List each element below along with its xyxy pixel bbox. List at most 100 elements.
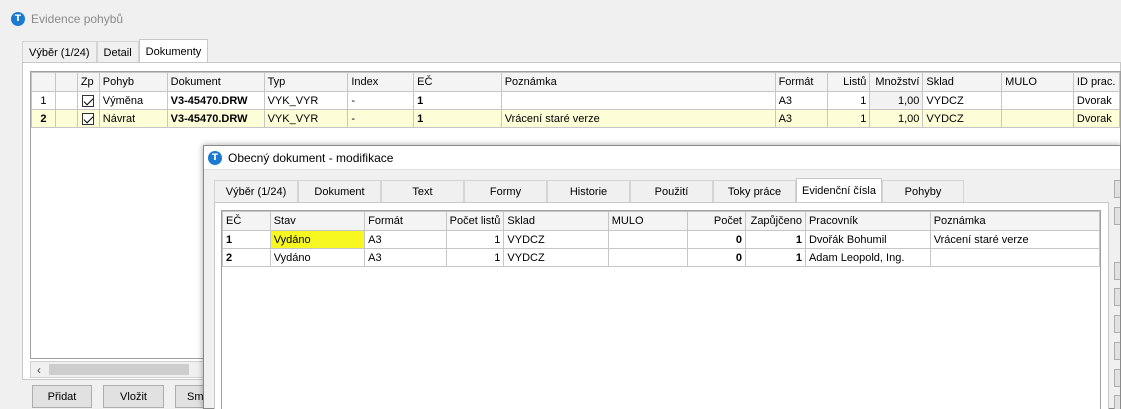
cell-dokument[interactable]: V3-45470.DRW [166,91,265,110]
cell-typ[interactable]: VYK_VYR [263,91,349,110]
cell-dokument[interactable]: V3-45470.DRW [166,109,265,128]
tab-text[interactable]: Text [381,180,464,202]
cell-listu[interactable]: 1 [827,91,871,110]
cell-sklad[interactable]: VYDCZ [503,248,609,267]
cell-mulo[interactable] [1001,109,1074,128]
side-button[interactable] [1114,180,1120,198]
tab-formy[interactable]: Formy [464,180,547,202]
horizontal-scrollbar[interactable]: ‹ [30,361,205,378]
cell-format[interactable]: A3 [364,230,447,249]
cell-sklad[interactable]: VYDCZ [922,91,1003,110]
side-button[interactable] [1114,207,1120,225]
col-header-typ[interactable]: Typ [263,72,349,92]
col-header-zp[interactable]: Zp [76,72,100,92]
side-button[interactable] [1114,369,1120,387]
col-header-poznamka[interactable]: Poznámka [500,72,776,92]
cell-mulo[interactable] [1001,91,1074,110]
scrollbar-thumb[interactable] [49,364,189,375]
col-header-rownum[interactable] [31,72,56,92]
col-header-mulo[interactable]: MULO [1001,72,1074,92]
cell-pocet[interactable]: 0 [687,230,746,249]
col-header-sklad[interactable]: Sklad [503,211,609,231]
side-button[interactable] [1114,395,1120,409]
table-row[interactable]: 1 Výměna V3-45470.DRW VYK_VYR - 1 A3 1 1… [31,91,1121,110]
vlozit-button[interactable]: Vložit [103,385,164,408]
tab-vyber[interactable]: Výběr (1/24) [22,41,97,63]
cell-listu[interactable]: 1 [827,109,871,128]
cell-poznamka[interactable] [929,248,1101,267]
cell-index[interactable]: - [347,109,415,128]
cell-index[interactable]: - [347,91,415,110]
cell-ec[interactable]: 1 [222,230,271,249]
cell-mnozstvi[interactable]: 1,00 [869,91,924,110]
tab-pohyby[interactable]: Pohyby [882,180,964,202]
cell-pocet-listu[interactable]: 1 [445,230,505,249]
col-header-sklad[interactable]: Sklad [922,72,1003,92]
col-header-ec[interactable]: EČ [413,72,502,92]
cell-mulo[interactable] [607,248,689,267]
tab-detail[interactable]: Detail [96,41,139,63]
col-header-pocet-listu[interactable]: Počet listů [445,211,505,231]
col-header-index[interactable]: Index [347,72,415,92]
col-header-id-prac[interactable]: ID prac. [1072,72,1121,92]
cell-typ[interactable]: VYK_VYR [263,109,349,128]
cell-pocet-listu[interactable]: 1 [445,248,505,267]
cell-stav[interactable]: Vydáno [269,230,366,249]
cell-poznamka[interactable]: Vrácení staré verze [929,230,1101,249]
cell-ec[interactable]: 2 [222,248,271,267]
tab-dokumenty[interactable]: Dokumenty [138,39,209,63]
tab-historie[interactable]: Historie [547,180,630,202]
zp-checkbox-cell[interactable] [76,91,100,110]
cell-stav[interactable]: Vydáno [269,248,366,267]
col-header-stav[interactable]: Stav [269,211,366,231]
cell-ec[interactable]: 1 [413,109,502,128]
col-header-ec[interactable]: EČ [222,211,271,231]
tab-vyber[interactable]: Výběr (1/24) [214,180,298,202]
tab-pouziti[interactable]: Použití [630,180,713,202]
col-header-pohyb[interactable]: Pohyb [98,72,168,92]
side-button[interactable] [1114,262,1120,280]
tab-dokument[interactable]: Dokument [298,180,381,202]
side-button[interactable] [1114,315,1120,333]
cell-sklad[interactable]: VYDCZ [503,230,609,249]
cell-pracovnik[interactable]: Dvořák Bohumil [804,230,931,249]
zp-checkbox[interactable] [82,112,95,125]
col-header-pocet[interactable]: Počet [687,211,746,231]
cell-zapujceno[interactable]: 1 [745,248,806,267]
cell-pracovnik[interactable]: Adam Leopold, Ing. [804,248,931,267]
cell-poznamka[interactable]: Vrácení staré verze [500,109,776,128]
pridat-button[interactable]: Přidat [32,385,92,408]
cell-id-prac[interactable]: Dvorak [1072,109,1121,128]
col-header-pracovnik[interactable]: Pracovník [804,211,931,231]
cell-id-prac[interactable]: Dvorak [1072,91,1121,110]
cell-ec[interactable]: 1 [413,91,502,110]
cell-pocet[interactable]: 0 [687,248,746,267]
cell-pohyb[interactable]: Výměna [98,91,168,110]
col-header-dokument[interactable]: Dokument [166,72,265,92]
col-header-listu[interactable]: Listů [827,72,871,92]
cell-format[interactable]: A3 [774,91,829,110]
cell-zapujceno[interactable]: 1 [745,230,806,249]
col-header-zapujceno[interactable]: Zapůjčeno [745,211,806,231]
tab-toky-prace[interactable]: Toky práce [713,180,796,202]
col-header-format[interactable]: Formát [364,211,447,231]
col-header-mulo[interactable]: MULO [607,211,689,231]
scroll-left-icon[interactable]: ‹ [31,363,47,377]
col-header-mnozstvi[interactable]: Množství [869,72,924,92]
side-button[interactable] [1114,288,1120,306]
side-button[interactable] [1114,342,1120,360]
table-row[interactable]: 2 Vydáno A3 1 VYDCZ 0 1 Adam Leopold, In… [222,248,1101,267]
cell-sklad[interactable]: VYDCZ [922,109,1003,128]
cell-poznamka[interactable] [500,91,776,110]
cell-mnozstvi[interactable]: 1,00 [869,109,924,128]
cell-mulo[interactable] [607,230,689,249]
col-header-format[interactable]: Formát [774,72,829,92]
zp-checkbox-cell[interactable] [76,109,100,128]
zp-checkbox[interactable] [82,94,95,107]
col-header-poznamka[interactable]: Poznámka [929,211,1101,231]
table-row[interactable]: 2 Návrat V3-45470.DRW VYK_VYR - 1 Vrácen… [31,109,1121,128]
table-row[interactable]: 1 Vydáno A3 1 VYDCZ 0 1 Dvořák Bohumil V… [222,230,1101,249]
cell-format[interactable]: A3 [364,248,447,267]
tab-evidencni-cisla[interactable]: Evidenční čísla [796,178,882,202]
cell-format[interactable]: A3 [774,109,829,128]
